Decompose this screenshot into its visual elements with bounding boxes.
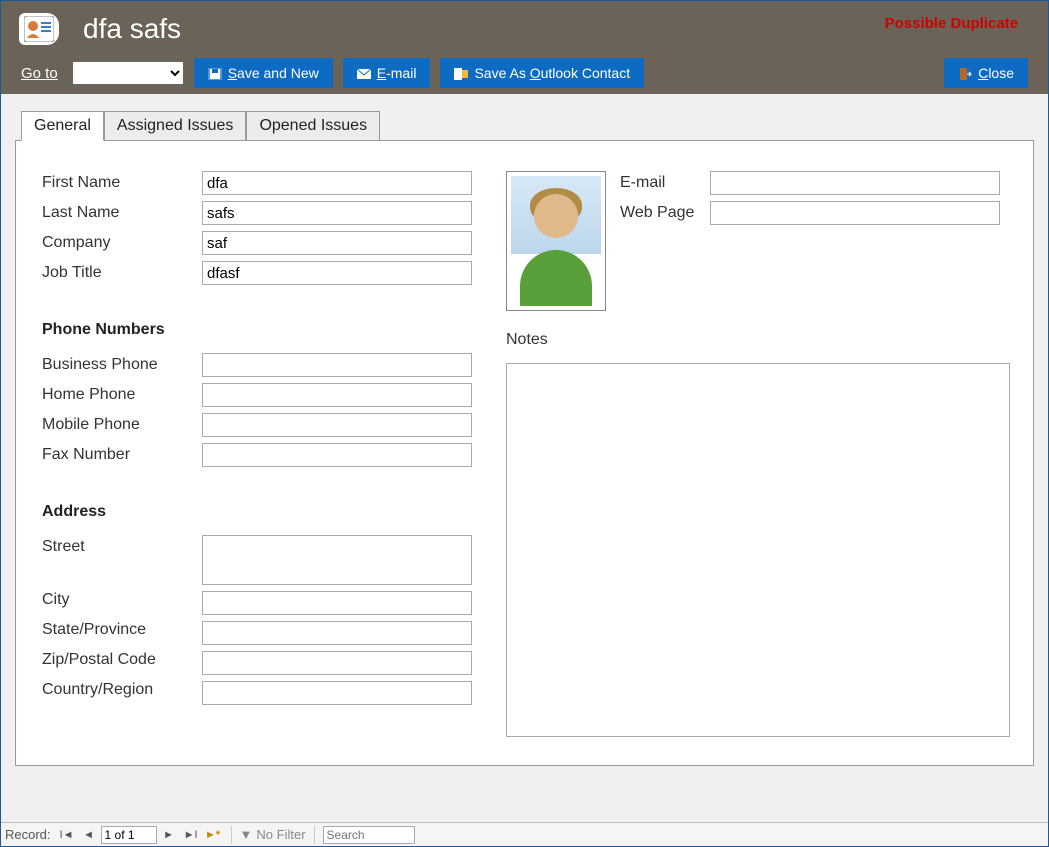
country-field[interactable]: [202, 681, 472, 705]
save-and-new-button[interactable]: Save and New: [194, 58, 333, 88]
job-title-field[interactable]: [202, 261, 472, 285]
first-record-button[interactable]: I◄: [57, 826, 77, 844]
state-field[interactable]: [202, 621, 472, 645]
new-record-button[interactable]: ►*: [203, 826, 223, 844]
zip-label: Zip/Postal Code: [42, 651, 202, 669]
filter-indicator[interactable]: ▼ No Filter: [240, 827, 306, 842]
first-name-field[interactable]: [202, 171, 472, 195]
close-button[interactable]: Close: [944, 58, 1028, 88]
tab-assigned-issues[interactable]: Assigned Issues: [104, 111, 247, 141]
contact-avatar[interactable]: [506, 171, 606, 311]
home-phone-label: Home Phone: [42, 386, 202, 404]
company-field[interactable]: [202, 231, 472, 255]
right-top-block: E-mail Web Page: [506, 171, 1000, 311]
email-label: E-mail: [620, 174, 710, 192]
mail-icon: [357, 67, 371, 79]
goto-select[interactable]: [72, 61, 184, 85]
duplicate-warning: Possible Duplicate: [885, 15, 1018, 32]
record-navigator: Record: I◄ ◄ ► ►I ►* ▼ No Filter: [1, 822, 1048, 846]
country-label: Country/Region: [42, 681, 202, 699]
city-field[interactable]: [202, 591, 472, 615]
mobile-phone-label: Mobile Phone: [42, 416, 202, 434]
mobile-phone-field[interactable]: [202, 413, 472, 437]
home-phone-field[interactable]: [202, 383, 472, 407]
business-phone-field[interactable]: [202, 353, 472, 377]
street-label: Street: [42, 535, 202, 556]
goto-label: Go to: [21, 65, 58, 82]
zip-field[interactable]: [202, 651, 472, 675]
close-door-icon: [958, 67, 972, 79]
fax-number-field[interactable]: [202, 443, 472, 467]
page-title: dfa safs: [83, 13, 181, 45]
record-counter-field[interactable]: [101, 826, 157, 844]
email-button[interactable]: E-mail: [343, 58, 431, 88]
notes-field[interactable]: [506, 363, 1010, 737]
filter-icon: ▼: [240, 827, 253, 842]
company-label: Company: [42, 234, 202, 252]
avatar-image: [511, 176, 601, 306]
general-panel: First Name Last Name Company Job Title P…: [15, 140, 1034, 766]
next-record-button[interactable]: ►: [159, 826, 179, 844]
prev-record-button[interactable]: ◄: [79, 826, 99, 844]
last-name-field[interactable]: [202, 201, 472, 225]
tab-opened-issues[interactable]: Opened Issues: [246, 111, 380, 141]
notes-label: Notes: [506, 331, 548, 349]
toolbar: Go to Save and New E-mail Save As Outloo…: [1, 56, 1048, 94]
tab-strip: General Assigned Issues Opened Issues: [21, 110, 1034, 140]
content-area: General Assigned Issues Opened Issues Fi…: [1, 94, 1048, 822]
street-field[interactable]: [202, 535, 472, 585]
web-page-label: Web Page: [620, 204, 710, 222]
header-bar: dfa safs Possible Duplicate: [1, 1, 1048, 56]
record-search-field[interactable]: [323, 826, 415, 844]
business-phone-label: Business Phone: [42, 356, 202, 374]
outlook-icon: [454, 67, 468, 79]
job-title-label: Job Title: [42, 264, 202, 282]
last-name-label: Last Name: [42, 204, 202, 222]
save-icon: [208, 67, 222, 79]
save-as-outlook-button[interactable]: Save As Outlook Contact: [440, 58, 644, 88]
last-record-button[interactable]: ►I: [181, 826, 201, 844]
record-label: Record:: [5, 827, 51, 842]
tab-general[interactable]: General: [21, 111, 104, 141]
web-page-field[interactable]: [710, 201, 1000, 225]
email-field[interactable]: [710, 171, 1000, 195]
state-label: State/Province: [42, 621, 202, 639]
city-label: City: [42, 591, 202, 609]
first-name-label: First Name: [42, 174, 202, 192]
web-fields: E-mail Web Page: [620, 171, 1000, 311]
fax-number-label: Fax Number: [42, 446, 202, 464]
contact-card-icon: [19, 13, 59, 45]
